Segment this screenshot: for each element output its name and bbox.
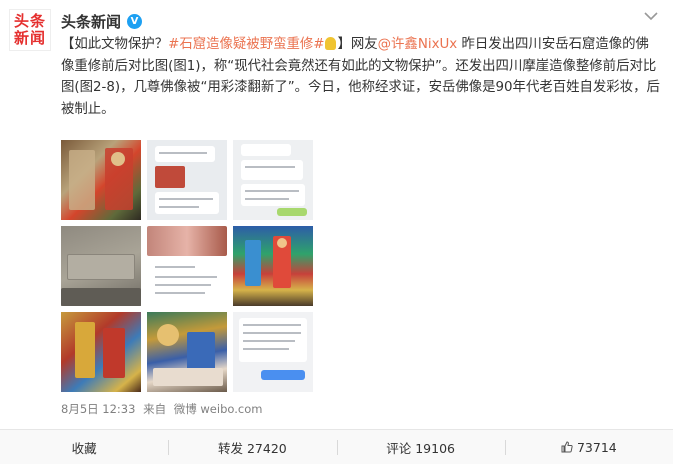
post-mid: 】网友 — [337, 37, 378, 52]
post-text: 【如此文物保护？#石窟造像疑被野蛮重修# 】网友@许鑫NixUx 昨日发出四川安岳… — [61, 34, 661, 120]
comment-button[interactable]: 评论 19106 — [336, 430, 505, 464]
image-7-painted-statues[interactable] — [61, 312, 141, 392]
image-3-chat-screenshot[interactable] — [233, 140, 313, 220]
repost-button[interactable]: 转发 27420 — [168, 430, 336, 464]
hashtag-link[interactable]: #石窟造像疑被野蛮重修# — [168, 37, 324, 52]
image-5-chat-screenshot[interactable] — [147, 226, 227, 306]
image-6-painted-statues[interactable] — [233, 226, 313, 306]
image-4-stone-carving[interactable] — [61, 226, 141, 306]
avatar[interactable]: 头条 新闻 — [9, 9, 51, 51]
image-grid — [61, 140, 315, 394]
avatar-text-line1: 头条 — [13, 12, 46, 30]
verified-icon: V — [127, 14, 143, 29]
post-time[interactable]: 8月5日 12:33 — [61, 402, 135, 416]
thumbs-up-icon — [561, 441, 573, 453]
image-2-chat-screenshot[interactable] — [147, 140, 227, 220]
account-name[interactable]: 头条新闻 — [61, 11, 121, 32]
action-bar: 收藏 转发 27420 评论 19106 73714 — [0, 429, 673, 464]
like-button[interactable]: 73714 — [504, 430, 673, 464]
image-8-painted-cave[interactable] — [147, 312, 227, 392]
account-header: 头条新闻 V — [61, 11, 143, 32]
repost-label: 转发 27420 — [218, 440, 287, 456]
collect-label: 收藏 — [71, 440, 97, 456]
source-prefix: 来自 — [143, 402, 167, 416]
post-lead: 如此文物保护？ — [74, 37, 169, 52]
collect-button[interactable]: 收藏 — [0, 430, 168, 464]
image-1-buddha-comparison[interactable] — [61, 140, 141, 220]
bracket-open: 【 — [61, 37, 75, 52]
chevron-down-icon[interactable] — [643, 10, 659, 22]
comment-label: 评论 19106 — [386, 440, 455, 456]
post-meta: 8月5日 12:33 来自 微博 weibo.com — [61, 401, 266, 417]
like-count: 73714 — [576, 439, 617, 455]
post-source[interactable]: 微博 weibo.com — [174, 402, 263, 416]
mention-link[interactable]: @许鑫NixUx — [378, 37, 458, 52]
lightbulb-icon — [325, 37, 337, 50]
avatar-text-line2: 新闻 — [13, 29, 46, 47]
image-9-chat-screenshot[interactable] — [233, 312, 313, 392]
